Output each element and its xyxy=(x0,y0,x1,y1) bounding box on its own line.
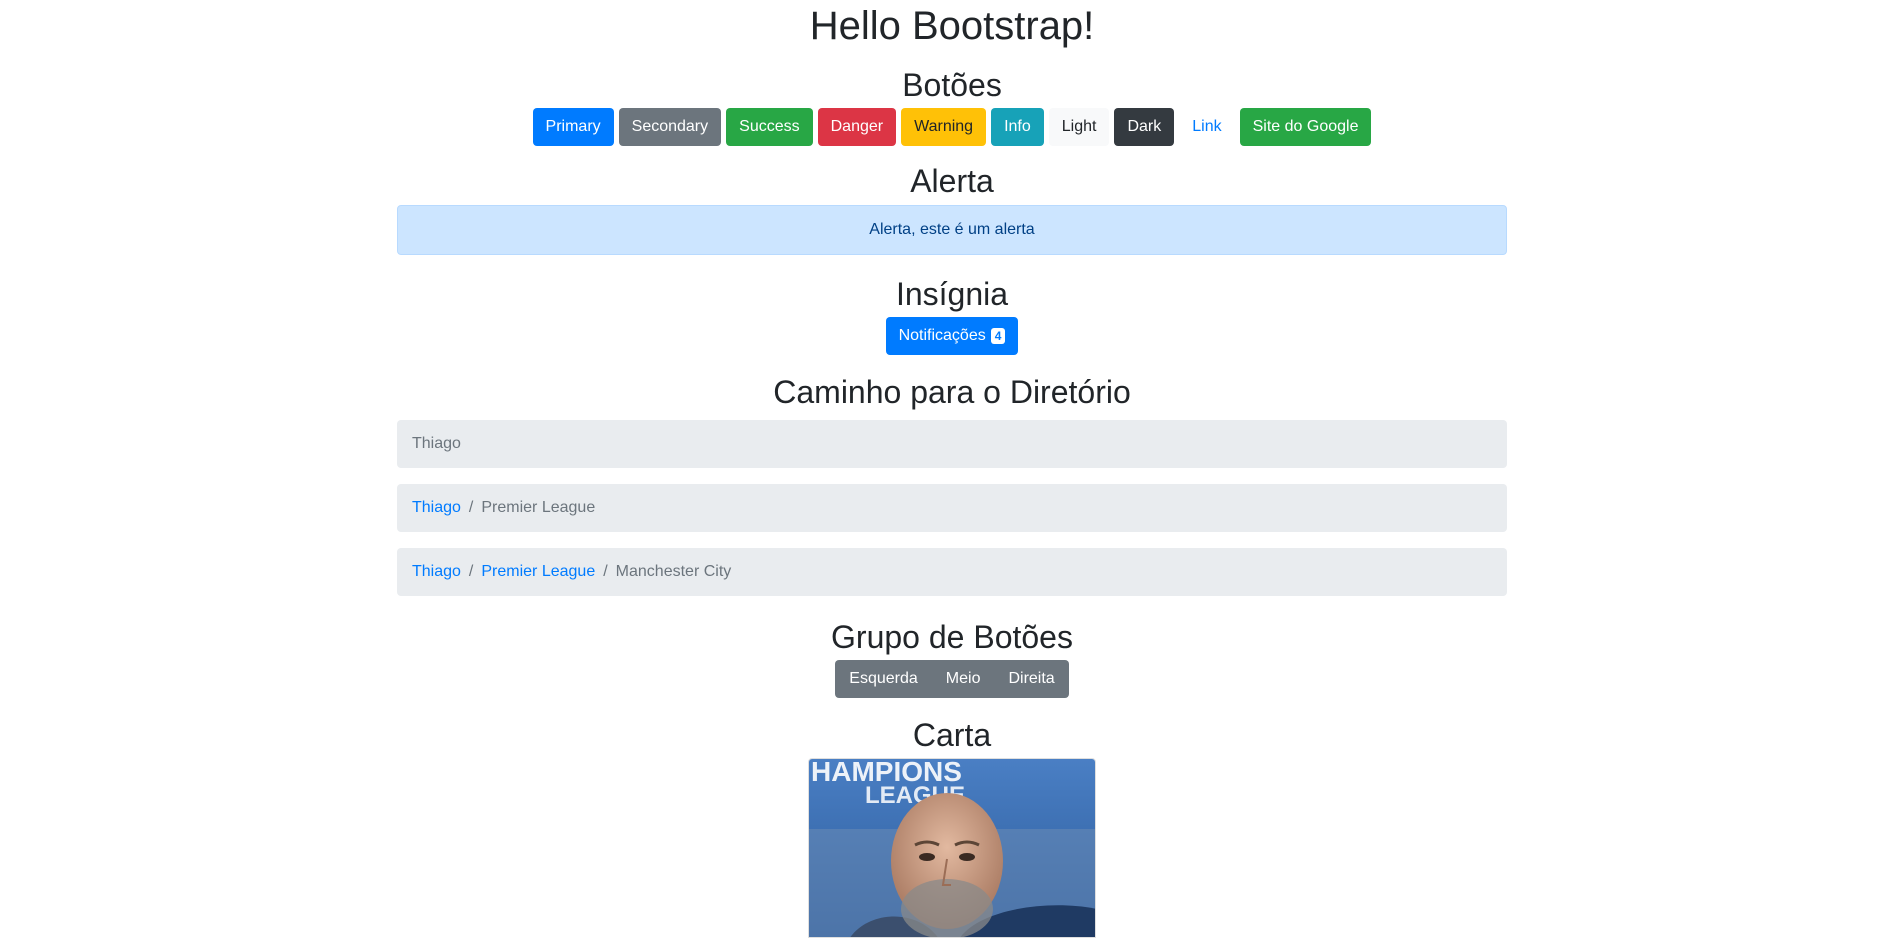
button-group-section-title: Grupo de Botões xyxy=(831,618,1073,655)
breadcrumb-link-premier-league[interactable]: Premier League xyxy=(481,563,595,580)
breadcrumb-separator: / xyxy=(603,562,608,580)
notifications-badge: 4 xyxy=(990,328,1006,345)
breadcrumb-link-thiago[interactable]: Thiago xyxy=(412,499,461,516)
breadcrumb-1: Thiago xyxy=(397,419,1507,468)
button-group: Esquerda Meio Direita xyxy=(835,659,1069,698)
dark-button[interactable]: Dark xyxy=(1114,108,1175,147)
right-button[interactable]: Direita xyxy=(994,659,1069,698)
breadcrumb-item-active: Thiago xyxy=(412,434,461,452)
main-container: Hello Bootstrap! Botões Primary Secondar… xyxy=(397,0,1507,939)
breadcrumb-separator: / xyxy=(468,562,474,580)
badge-section-title: Insígnia xyxy=(895,275,1009,312)
breadcrumb-separator: / xyxy=(468,498,474,516)
notifications-label: Notificações xyxy=(898,327,986,345)
card-section-title: Carta xyxy=(912,716,992,753)
card-image: HAMPIONS LEAGUE xyxy=(809,759,1095,938)
link-button[interactable]: Link xyxy=(1179,108,1234,146)
buttons-row: Primary Secondary Success Danger Warning… xyxy=(397,108,1507,147)
success-button[interactable]: Success xyxy=(726,108,813,147)
middle-button[interactable]: Meio xyxy=(931,659,995,698)
info-alert: Alerta, este é um alerta xyxy=(397,204,1507,255)
left-button[interactable]: Esquerda xyxy=(835,659,932,698)
notifications-button[interactable]: Notificações 4 xyxy=(885,317,1019,356)
info-button[interactable]: Info xyxy=(991,108,1044,147)
breadcrumb-2: Thiago / Premier League xyxy=(397,483,1507,532)
card: HAMPIONS LEAGUE xyxy=(808,758,1096,939)
secondary-button[interactable]: Secondary xyxy=(618,108,722,147)
breadcrumb-item-active: Manchester City xyxy=(615,562,732,580)
primary-button[interactable]: Primary xyxy=(532,108,614,147)
danger-button[interactable]: Danger xyxy=(817,108,897,147)
breadcrumb-section-title: Caminho para o Diretório xyxy=(773,374,1131,411)
warning-button[interactable]: Warning xyxy=(901,108,987,147)
alert-section-title: Alerta xyxy=(910,163,994,200)
page-title: Hello Bootstrap! xyxy=(809,4,1095,48)
buttons-section-title: Botões xyxy=(902,67,1002,103)
badge-row: Notificações 4 xyxy=(397,317,1507,356)
light-button[interactable]: Light xyxy=(1048,108,1110,147)
breadcrumb-item-active: Premier League xyxy=(481,498,596,516)
google-site-button[interactable]: Site do Google xyxy=(1239,108,1372,147)
breadcrumb-link-thiago[interactable]: Thiago xyxy=(412,563,461,580)
breadcrumb-3: Thiago / Premier League / Manchester City xyxy=(397,547,1507,596)
